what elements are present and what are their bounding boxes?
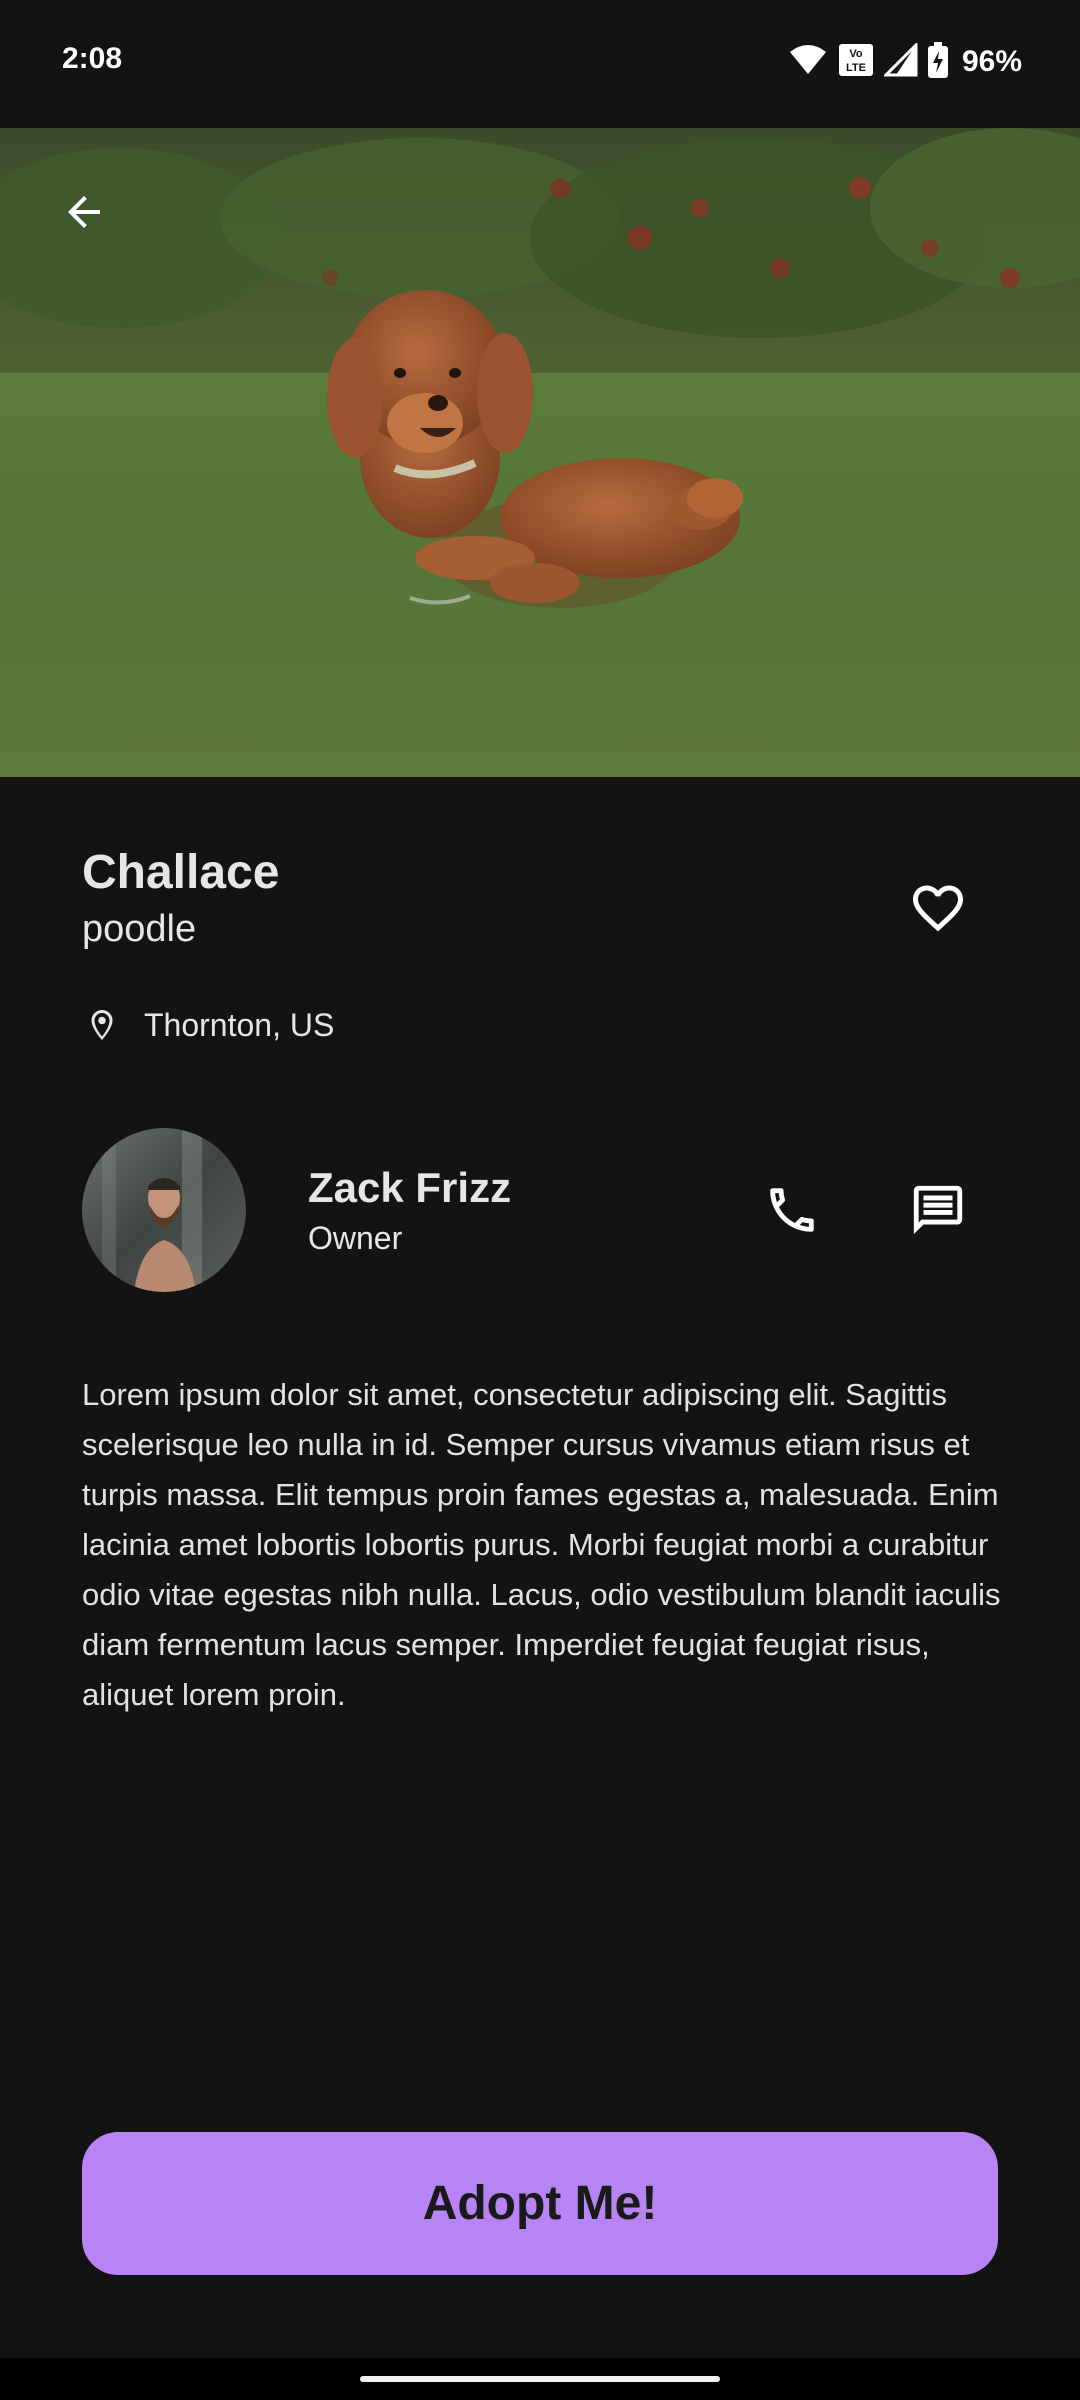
wifi-icon	[788, 44, 828, 81]
hero-image	[0, 128, 1080, 777]
pet-description: Lorem ipsum dolor sit amet, consectetur …	[82, 1377, 1001, 1712]
arrow-back-icon	[68, 196, 100, 228]
home-gesture-handle[interactable]	[360, 2376, 720, 2382]
signal-icon	[882, 40, 918, 82]
status-time: 2:08	[62, 42, 123, 75]
owner-name: Zack Frizz	[308, 1164, 512, 1211]
status-icons: Vo LTE 96%	[788, 40, 1022, 84]
location-text: Thornton, US	[144, 1006, 335, 1043]
message-button[interactable]	[898, 1170, 978, 1250]
pet-name: Challace	[82, 846, 280, 899]
pet-breed: poodle	[82, 908, 197, 950]
volte-icon: Vo LTE	[838, 43, 874, 82]
svg-text:LTE: LTE	[846, 62, 866, 74]
owner-role: Owner	[308, 1220, 403, 1256]
svg-text:Vo: Vo	[849, 48, 863, 60]
battery-charging-icon	[927, 41, 948, 83]
phone-icon	[770, 1188, 814, 1232]
location-row: Thornton, US	[82, 1000, 334, 1050]
favorite-button[interactable]	[898, 868, 978, 948]
battery-percent: 96%	[961, 45, 1022, 78]
adopt-me-button[interactable]: Adopt Me!	[82, 2132, 998, 2275]
location-pin-icon	[82, 1005, 122, 1045]
message-icon	[913, 1185, 963, 1235]
status-bar: 2:08 Vo LTE 96%	[0, 0, 1080, 128]
heart-outline-icon	[913, 885, 963, 932]
call-button[interactable]	[752, 1170, 832, 1250]
back-button[interactable]	[48, 176, 120, 248]
owner-avatar[interactable]	[82, 1128, 246, 1292]
